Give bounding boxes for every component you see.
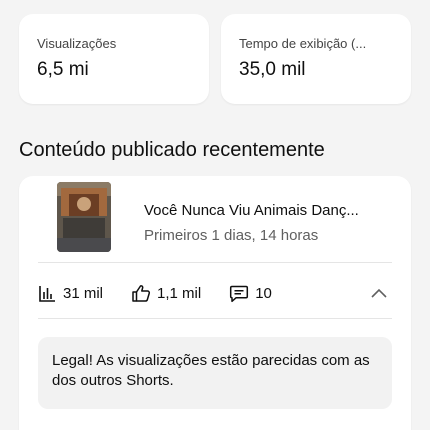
stats-row: Visualizações 6,5 mi Tempo de exibição (…: [19, 14, 411, 104]
likes-count: 1,1 mil: [157, 284, 202, 302]
recent-content-card: Você Nunca Viu Animais Danç... Primeiros…: [19, 176, 411, 430]
collapse-button[interactable]: [368, 282, 390, 304]
video-thumbnail[interactable]: [57, 182, 111, 252]
metrics-row: 31 mil 1,1 mil 10: [38, 280, 392, 306]
watch-time-stat-label: Tempo de exibição (...: [239, 36, 367, 51]
likes-metric: 1,1 mil: [131, 284, 201, 303]
bar-chart-icon: [39, 285, 55, 302]
performance-tip: Legal! As visualizações estão parecidas …: [38, 337, 392, 409]
divider: [38, 262, 392, 263]
thumbs-up-icon: [132, 284, 151, 302]
comments-metric: 10: [229, 284, 272, 303]
video-subtitle: Primeiros 1 dias, 14 horas: [144, 227, 319, 244]
watch-time-stat-value: 35,0 mil: [239, 59, 306, 80]
divider: [38, 318, 392, 319]
thumbnail-image: [57, 182, 111, 252]
comment-icon: [230, 285, 249, 302]
chevron-up-icon: [371, 288, 387, 298]
comments-count: 10: [255, 284, 272, 302]
views-stat-card[interactable]: Visualizações 6,5 mi: [19, 14, 209, 104]
views-count: 31 mil: [63, 284, 104, 302]
views-metric: 31 mil: [38, 284, 103, 303]
video-row[interactable]: Você Nunca Viu Animais Danç... Primeiros…: [19, 182, 411, 262]
watch-time-stat-card[interactable]: Tempo de exibição (... 35,0 mil: [221, 14, 411, 104]
views-stat-value: 6,5 mi: [37, 59, 89, 80]
views-stat-label: Visualizações: [37, 36, 117, 51]
video-title: Você Nunca Viu Animais Danç...: [144, 202, 359, 219]
section-title: Conteúdo publicado recentemente: [19, 139, 325, 161]
